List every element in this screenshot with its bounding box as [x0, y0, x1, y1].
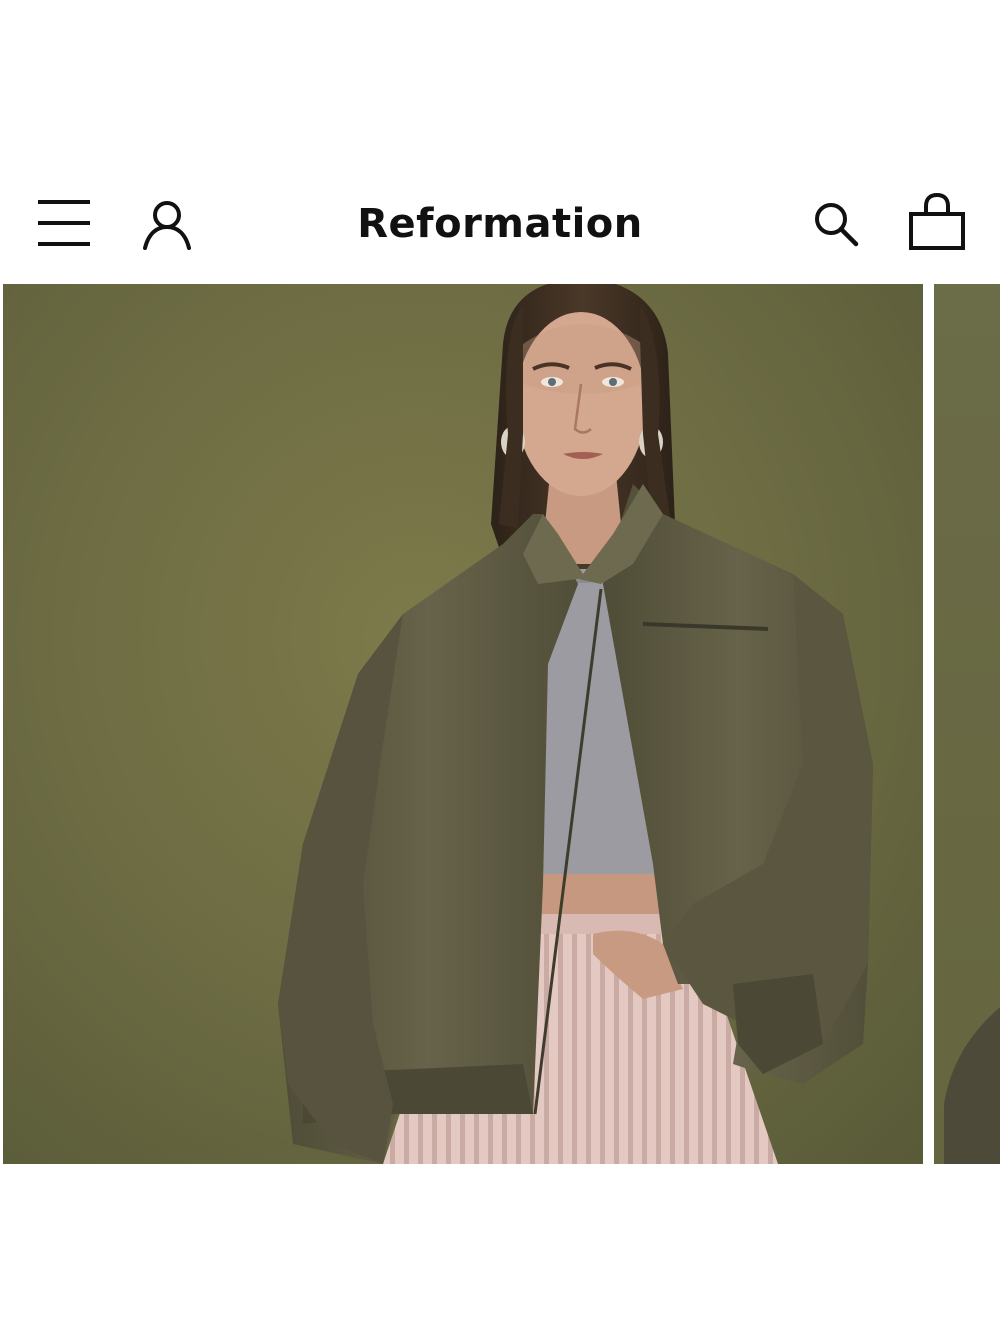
site-header: Reformation — [0, 180, 1000, 270]
product-page: Reformation — [0, 0, 1000, 1333]
search-button[interactable] — [812, 200, 862, 250]
hamburger-menu-icon — [38, 200, 90, 246]
next-image-peek — [944, 1007, 1000, 1164]
account-button[interactable] — [140, 198, 194, 252]
shopping-bag-button[interactable] — [906, 192, 968, 252]
shopping-bag-icon — [909, 192, 965, 250]
menu-button[interactable] — [36, 196, 92, 250]
next-product-image[interactable] — [934, 284, 1000, 1164]
product-image-carousel[interactable] — [0, 284, 1000, 1164]
search-icon — [815, 203, 859, 247]
brand-logo[interactable]: Reformation — [300, 200, 700, 248]
model-photo — [278, 284, 873, 1164]
user-account-icon — [143, 201, 191, 250]
product-image[interactable] — [3, 284, 923, 1164]
